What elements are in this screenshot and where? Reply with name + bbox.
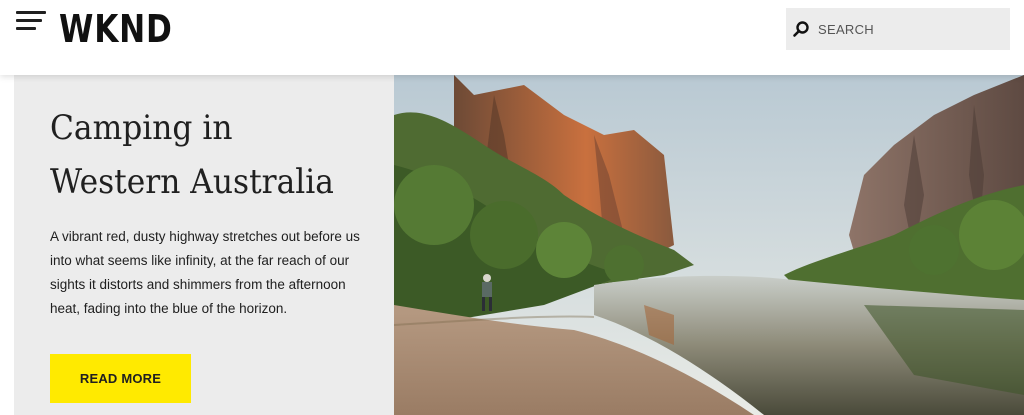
search-icon[interactable] xyxy=(792,20,810,38)
hero-title: Camping in Western Australia xyxy=(50,108,334,202)
search-input[interactable] xyxy=(818,21,998,37)
hero-section: Camping in Western Australia A vibrant r… xyxy=(0,75,1024,415)
gorge-landscape-image xyxy=(394,75,1024,415)
menu-icon[interactable] xyxy=(16,9,50,35)
site-header: WKND xyxy=(0,0,1024,75)
menu-line xyxy=(16,19,42,22)
hero-description: A vibrant red, dusty highway stretches o… xyxy=(50,229,360,316)
menu-line xyxy=(16,11,46,14)
read-more-button[interactable]: READ MORE xyxy=(50,354,191,403)
hero-image xyxy=(394,75,1024,415)
search-box[interactable] xyxy=(786,8,1010,50)
menu-line xyxy=(16,27,36,30)
site-logo[interactable]: WKND xyxy=(59,7,173,51)
hero-card: Camping in Western Australia A vibrant r… xyxy=(14,75,394,415)
